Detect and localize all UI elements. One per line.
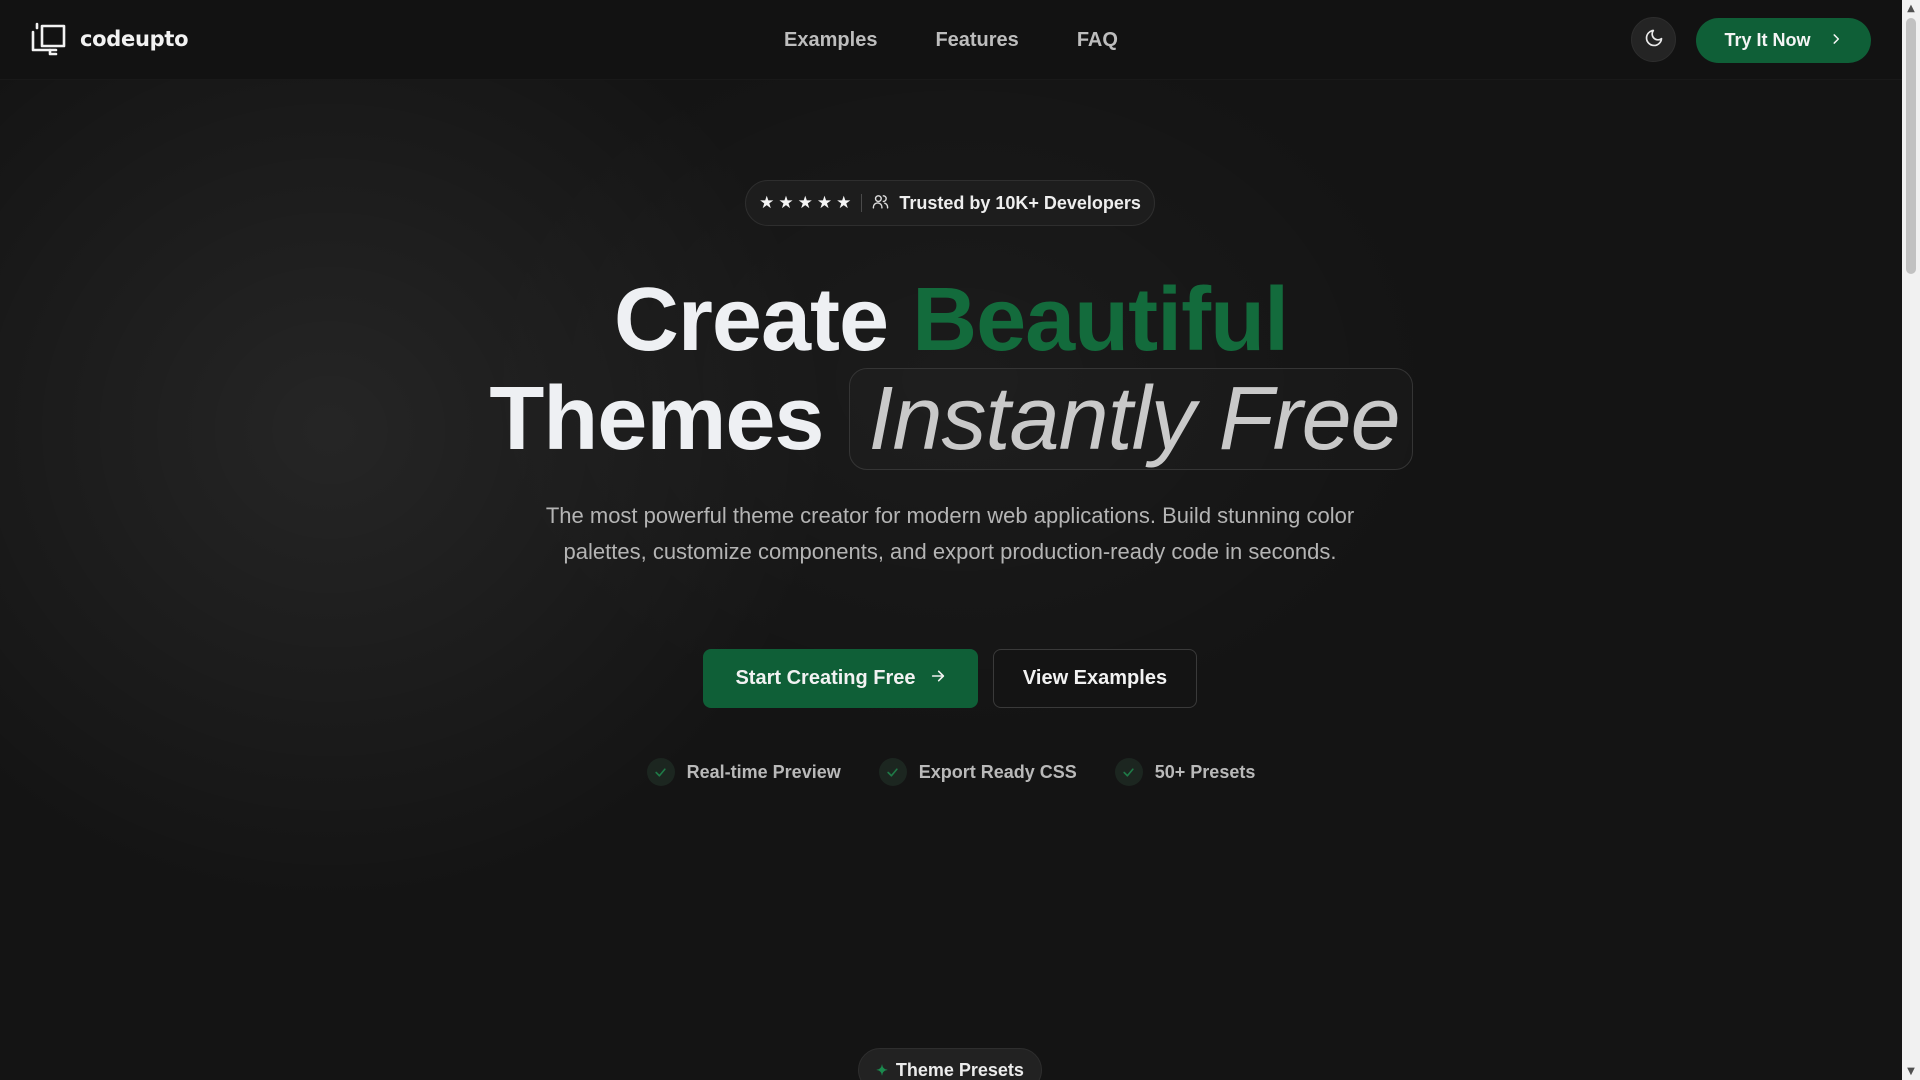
codeupto-logo-icon (30, 22, 70, 56)
star-icon: ★ (797, 193, 813, 213)
hero-title-beautiful: Beautiful (912, 270, 1289, 370)
brand-name: codeupto (80, 27, 189, 51)
try-it-now-button[interactable]: Try It Now (1696, 18, 1871, 63)
theme-toggle-button[interactable] (1631, 17, 1676, 62)
star-icon: ★ (816, 193, 833, 213)
check-icon (1114, 758, 1143, 786)
nav-link-examples[interactable]: Examples (784, 29, 877, 52)
hero-title-line-1: Create Beautiful (0, 272, 1902, 368)
scroll-down-arrow-icon[interactable]: ▼ (1902, 1063, 1920, 1080)
scrollbar-thumb[interactable] (1906, 18, 1916, 274)
nav-link-features[interactable]: Features (935, 29, 1018, 52)
feature-item: Real-time Preview (646, 758, 841, 786)
view-examples-label: View Examples (1022, 667, 1168, 689)
start-creating-free-button[interactable]: Start Creating Free (703, 649, 978, 708)
chevron-right-icon (1829, 30, 1843, 51)
moon-icon (1644, 28, 1664, 52)
arrow-right-icon (930, 667, 946, 690)
feature-label: Export Ready CSS (918, 761, 1077, 782)
users-icon (872, 193, 889, 214)
feature-label: 50+ Presets (1154, 761, 1256, 782)
check-icon (646, 758, 675, 786)
hero-description: The most powerful theme creator for mode… (545, 503, 1355, 564)
feature-item: Export Ready CSS (878, 758, 1077, 786)
badge-divider (861, 194, 863, 212)
star-icon: ★ (778, 193, 794, 213)
feature-list: Real-time Preview Export Ready CSS 50+ P… (0, 758, 1902, 786)
star-icon: ★ (759, 193, 775, 213)
theme-presets-label: Theme Presets (895, 1059, 1024, 1080)
main-nav: Examples Features FAQ (0, 0, 1902, 80)
trusted-badge: ★ ★ ★ ★ ★ Trusted by 10K+ Developers (745, 180, 1155, 226)
theme-presets-pill: ✦ Theme Presets (858, 1048, 1042, 1080)
feature-label: Real-time Preview (686, 761, 841, 782)
hero-title-instantly-free: Instantly Free (849, 368, 1413, 470)
star-icon: ★ (836, 193, 852, 213)
try-it-now-label: Try It Now (1724, 30, 1811, 50)
top-navbar: codeupto Examples Features FAQ Try It No… (0, 0, 1902, 80)
page-scrollbar[interactable]: ▲ ▼ (1902, 0, 1920, 1080)
trusted-badge-text: Trusted by 10K+ Developers (899, 192, 1141, 213)
page: codeupto Examples Features FAQ Try It No… (0, 0, 1920, 1080)
start-creating-free-label: Start Creating Free (735, 667, 916, 689)
view-examples-button[interactable]: View Examples (993, 649, 1197, 708)
hero-title-line-2: Themes Instantly Free (0, 368, 1902, 470)
scroll-up-arrow-icon[interactable]: ▲ (1902, 0, 1920, 17)
nav-link-faq[interactable]: FAQ (1077, 29, 1118, 52)
feature-item: 50+ Presets (1114, 758, 1256, 786)
hero-title: Create Beautiful Themes Instantly Free (0, 272, 1902, 470)
sparkle-icon: ✦ (876, 1061, 888, 1078)
brand-logo[interactable]: codeupto (30, 22, 189, 56)
check-icon (878, 758, 907, 786)
hero-title-themes: Themes (489, 369, 824, 469)
hero-title-create: Create (613, 270, 889, 370)
rating-stars: ★ ★ ★ ★ ★ (759, 193, 851, 213)
